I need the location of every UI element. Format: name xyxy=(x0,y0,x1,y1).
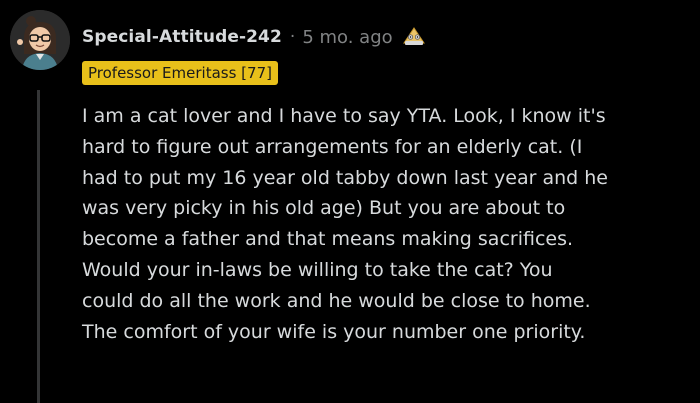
comment-body-line: was very picky in his old age) But you a… xyxy=(82,197,566,220)
meta-separator: · xyxy=(289,27,296,47)
comment-body-line: The comfort of your wife is your number … xyxy=(82,320,586,343)
comment-body-line: I am a cat lover and I have to say YTA. … xyxy=(82,105,606,127)
comment-body-line: hard to figure out arrangements for an e… xyxy=(82,135,583,158)
comment-timestamp[interactable]: 5 mo. ago xyxy=(302,27,392,48)
user-flair: Professor Emeritass [77] xyxy=(82,61,278,85)
comment-body-line: Would your in-laws be willing to take th… xyxy=(82,258,553,281)
username-link[interactable]: Special-Attitude-242 xyxy=(82,27,282,47)
user-avatar[interactable] xyxy=(10,10,70,70)
comment-body-line: could do all the work and he would be cl… xyxy=(82,289,591,312)
thread-collapse-line[interactable] xyxy=(37,90,40,403)
comment-body-line: become a father and that means making sa… xyxy=(82,228,574,251)
comment-body: I am a cat lover and I have to say YTA. … xyxy=(82,101,682,347)
comment-header: Special-Attitude-242 · 5 mo. ago xyxy=(82,23,427,51)
comment: Special-Attitude-242 · 5 mo. ago Profess… xyxy=(0,0,700,403)
avatar-icon xyxy=(10,10,70,70)
helpful-award-icon[interactable] xyxy=(401,24,427,50)
comment-body-line: had to put my 16 year old tabby down las… xyxy=(82,166,608,189)
